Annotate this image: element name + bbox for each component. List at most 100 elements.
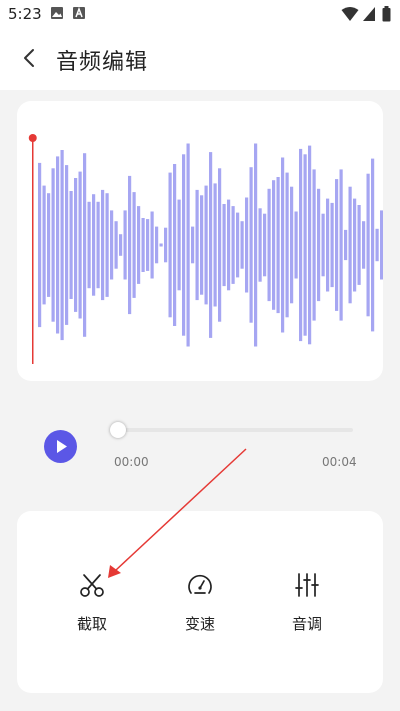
waveform-bar [231, 206, 235, 284]
waveform-bar [200, 195, 204, 295]
waveform-chart[interactable] [17, 101, 383, 381]
waveform-bar [348, 186, 352, 304]
waveform-bar [96, 201, 100, 289]
waveform-card[interactable] [17, 101, 383, 381]
waveform-bar [78, 171, 82, 319]
waveform-bar [258, 208, 262, 282]
waveform-bar [51, 168, 55, 322]
waveform-bar [191, 226, 195, 264]
waveform-bar [47, 193, 51, 297]
waveform-bar [186, 143, 190, 347]
waveform-bar [263, 213, 267, 277]
waveform-bar [155, 226, 159, 264]
playhead-handle[interactable] [28, 134, 37, 142]
progress-thumb[interactable] [110, 422, 126, 438]
waveform-bar [182, 154, 186, 336]
waveform-bar [65, 165, 69, 325]
waveform-bar [114, 221, 118, 269]
waveform-bar [245, 197, 249, 293]
waveform-bar [101, 189, 105, 301]
waveform-bar [105, 193, 109, 297]
waveform-bar [164, 227, 168, 263]
scissors-icon [80, 574, 104, 597]
waveform-bar [236, 212, 240, 278]
waveform-bar [375, 228, 379, 262]
waveform-bar [119, 234, 123, 256]
progress-track[interactable] [112, 428, 353, 432]
waveform-bar [357, 205, 361, 285]
tool-pitch-label: 音调 [291, 615, 322, 633]
tool-pitch[interactable]: 音调 [267, 571, 347, 641]
waveform-bar [380, 210, 383, 280]
waveform-bar [177, 199, 181, 291]
waveform-bar [317, 188, 321, 302]
wifi-icon [341, 7, 359, 21]
waveform-bar [110, 210, 114, 280]
waveform-bar [213, 183, 217, 307]
waveform-bar [290, 186, 294, 304]
battery-icon [382, 6, 391, 22]
waveform-bar [137, 206, 141, 284]
time-end: 00:04 [322, 455, 357, 469]
waveform-bar [335, 179, 339, 311]
tool-cut-label: 截取 [76, 615, 107, 633]
waveform-bar [56, 156, 60, 334]
playhead-line[interactable] [32, 138, 34, 364]
waveform-bar [294, 211, 298, 279]
waveform-bar [249, 167, 253, 323]
page-title: 音频编辑 [56, 50, 149, 75]
waveform-bar [227, 199, 231, 291]
waveform-bar [267, 188, 271, 302]
waveform-bar [312, 169, 316, 321]
waveform-bar [141, 218, 145, 272]
chevron-left-icon[interactable] [16, 44, 44, 72]
waveform-bar [74, 178, 78, 312]
waveform-bar [92, 194, 96, 296]
equalizer-icon [295, 573, 319, 597]
waveform-bar [353, 198, 357, 292]
tools-card: 截取 变速 音调 [17, 511, 383, 693]
waveform-bar [344, 229, 348, 261]
waveform-bar [240, 221, 244, 269]
waveform-bar [69, 191, 73, 299]
tool-speed[interactable]: 变速 [160, 571, 240, 641]
waveform-bar [371, 158, 375, 332]
play-button[interactable] [44, 430, 77, 463]
waveform-bar [218, 168, 222, 322]
waveform-bar [173, 164, 177, 326]
waveform-bar [222, 204, 226, 287]
waveform-bar [42, 185, 46, 305]
waveform-bar [123, 210, 127, 280]
waveform-bar [308, 145, 312, 345]
status-time: 5:23 [8, 5, 42, 23]
waveform-bar [339, 169, 343, 321]
waveform-bar [204, 185, 208, 305]
tool-cut[interactable]: 截取 [52, 571, 132, 641]
waveform-bar [83, 153, 87, 337]
play-icon [57, 440, 67, 453]
waveform-bar [150, 211, 154, 279]
app-header: 音频编辑 [0, 28, 400, 90]
waveform-bar [132, 192, 136, 298]
waveform-bar [321, 213, 325, 277]
status-bar: 5:23 [0, 0, 400, 28]
waveform-bar [60, 150, 64, 341]
waveform-bar [276, 177, 280, 314]
time-start: 00:00 [114, 455, 149, 469]
tool-speed-label: 变速 [184, 615, 215, 633]
waveform-bar [209, 152, 213, 338]
waveform-bar [366, 173, 370, 317]
waveform-bar [146, 219, 150, 271]
waveform-bar [159, 243, 163, 247]
waveform-bar [330, 202, 334, 288]
waveform-bar [254, 143, 258, 347]
waveform-bar [38, 162, 42, 328]
player-bar: 00:00 00:04 [0, 410, 400, 480]
waveform-bar [303, 154, 307, 336]
waveform-bar [272, 180, 276, 310]
waveform-bar [281, 157, 285, 333]
waveform-bar [326, 198, 330, 292]
waveform-bar [285, 172, 289, 318]
waveform-bar [128, 175, 132, 315]
waveform-bar [195, 189, 199, 301]
